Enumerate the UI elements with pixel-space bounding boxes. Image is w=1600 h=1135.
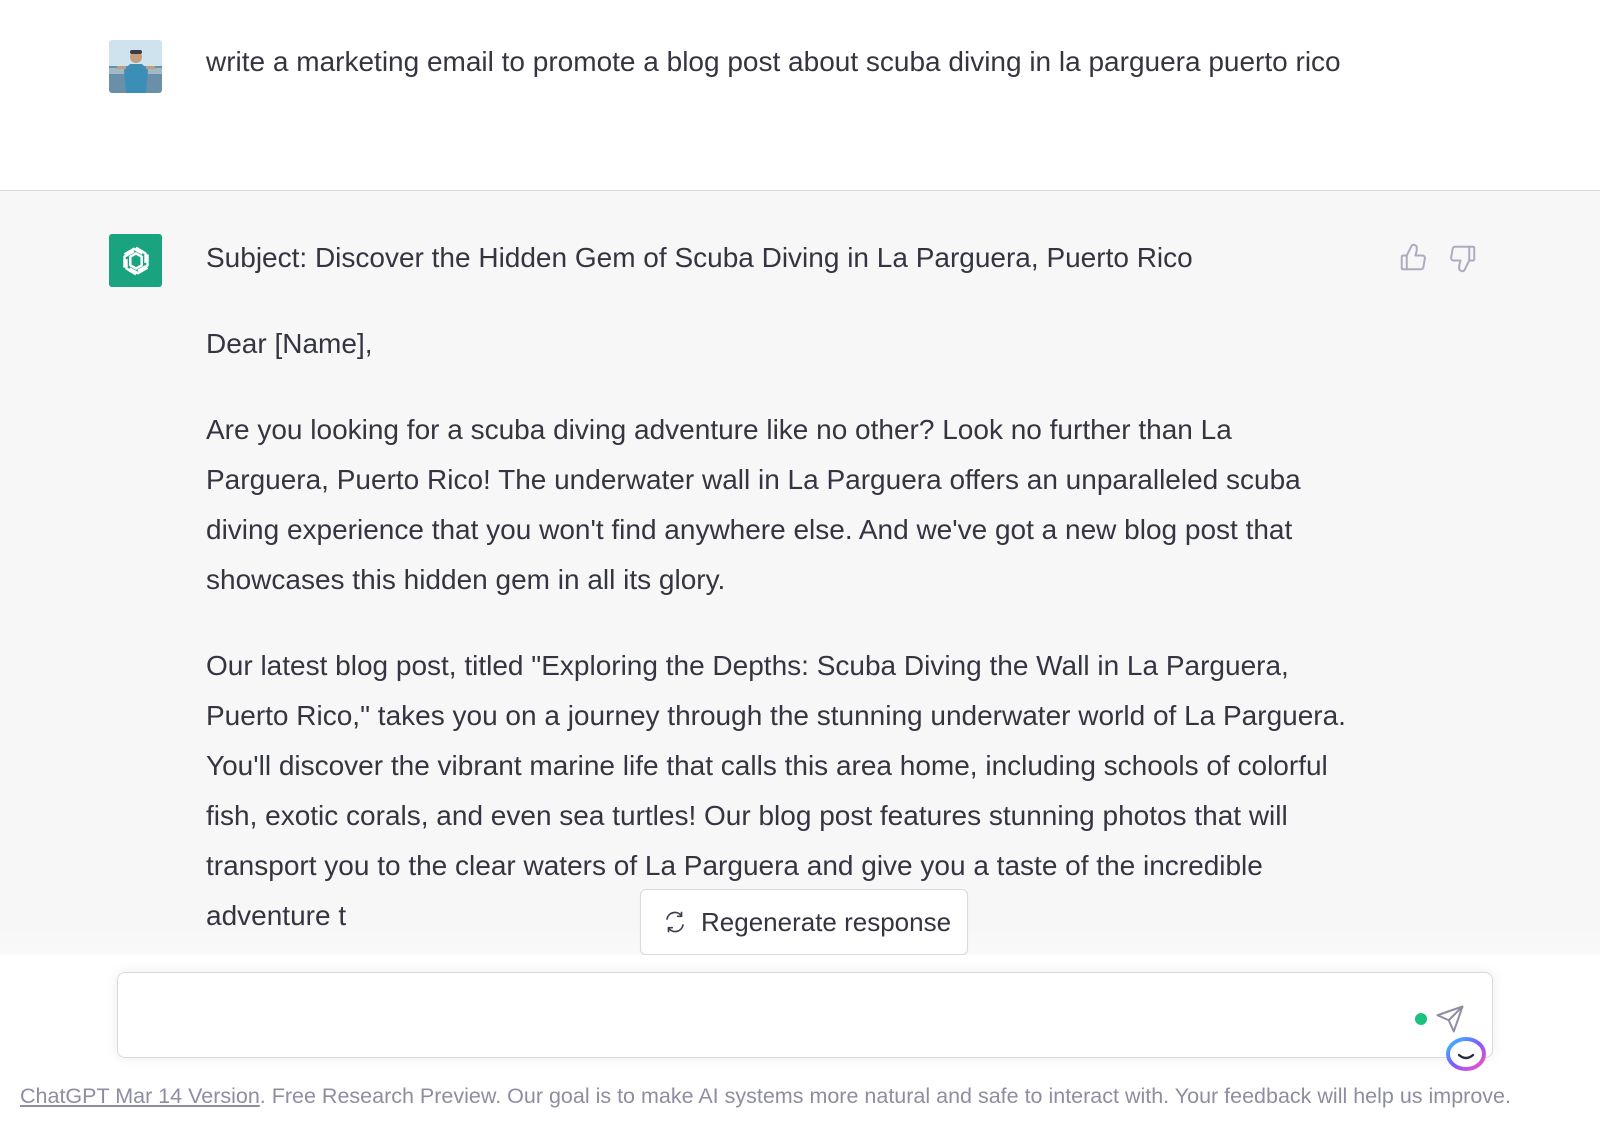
refresh-icon <box>666 911 684 933</box>
message-input[interactable] <box>138 995 1402 1039</box>
assistant-message-body: Subject: Discover the Hidden Gem of Scub… <box>206 233 1356 977</box>
feedback-buttons <box>1396 241 1480 275</box>
user-avatar <box>109 40 162 93</box>
regenerate-response-button[interactable]: Regenerate response <box>640 889 968 955</box>
footer-text: . Free Research Preview. Our goal is to … <box>259 1084 1511 1108</box>
user-photo-avatar <box>109 40 162 93</box>
email-greeting: Dear [Name], <box>206 328 373 359</box>
footer-disclaimer: ChatGPT Mar 14 Version. Free Research Pr… <box>20 1084 1600 1109</box>
user-message-text: write a marketing email to promote a blo… <box>206 46 1341 77</box>
assistant-avatar <box>109 234 162 287</box>
message-composer <box>117 972 1493 1058</box>
email-subject: Subject: Discover the Hidden Gem of Scub… <box>206 242 1193 273</box>
user-message: write a marketing email to promote a blo… <box>0 0 1600 191</box>
thumbs-down-icon <box>1450 245 1476 273</box>
openai-logo-icon <box>122 246 149 275</box>
thumbs-up-icon <box>1400 243 1426 271</box>
regenerate-label: Regenerate response <box>701 906 952 937</box>
status-dot <box>1415 1013 1427 1025</box>
send-button[interactable] <box>1433 1002 1467 1036</box>
assistant-face-icon <box>1446 1037 1486 1071</box>
email-paragraph-1: Are you looking for a scuba diving adven… <box>206 414 1301 595</box>
extension-badge[interactable] <box>1444 1034 1488 1074</box>
version-link[interactable]: ChatGPT Mar 14 Version <box>20 1084 260 1108</box>
thumbs-down-button[interactable] <box>1446 241 1480 275</box>
thumbs-up-button[interactable] <box>1396 241 1430 275</box>
send-icon <box>1436 1005 1464 1033</box>
